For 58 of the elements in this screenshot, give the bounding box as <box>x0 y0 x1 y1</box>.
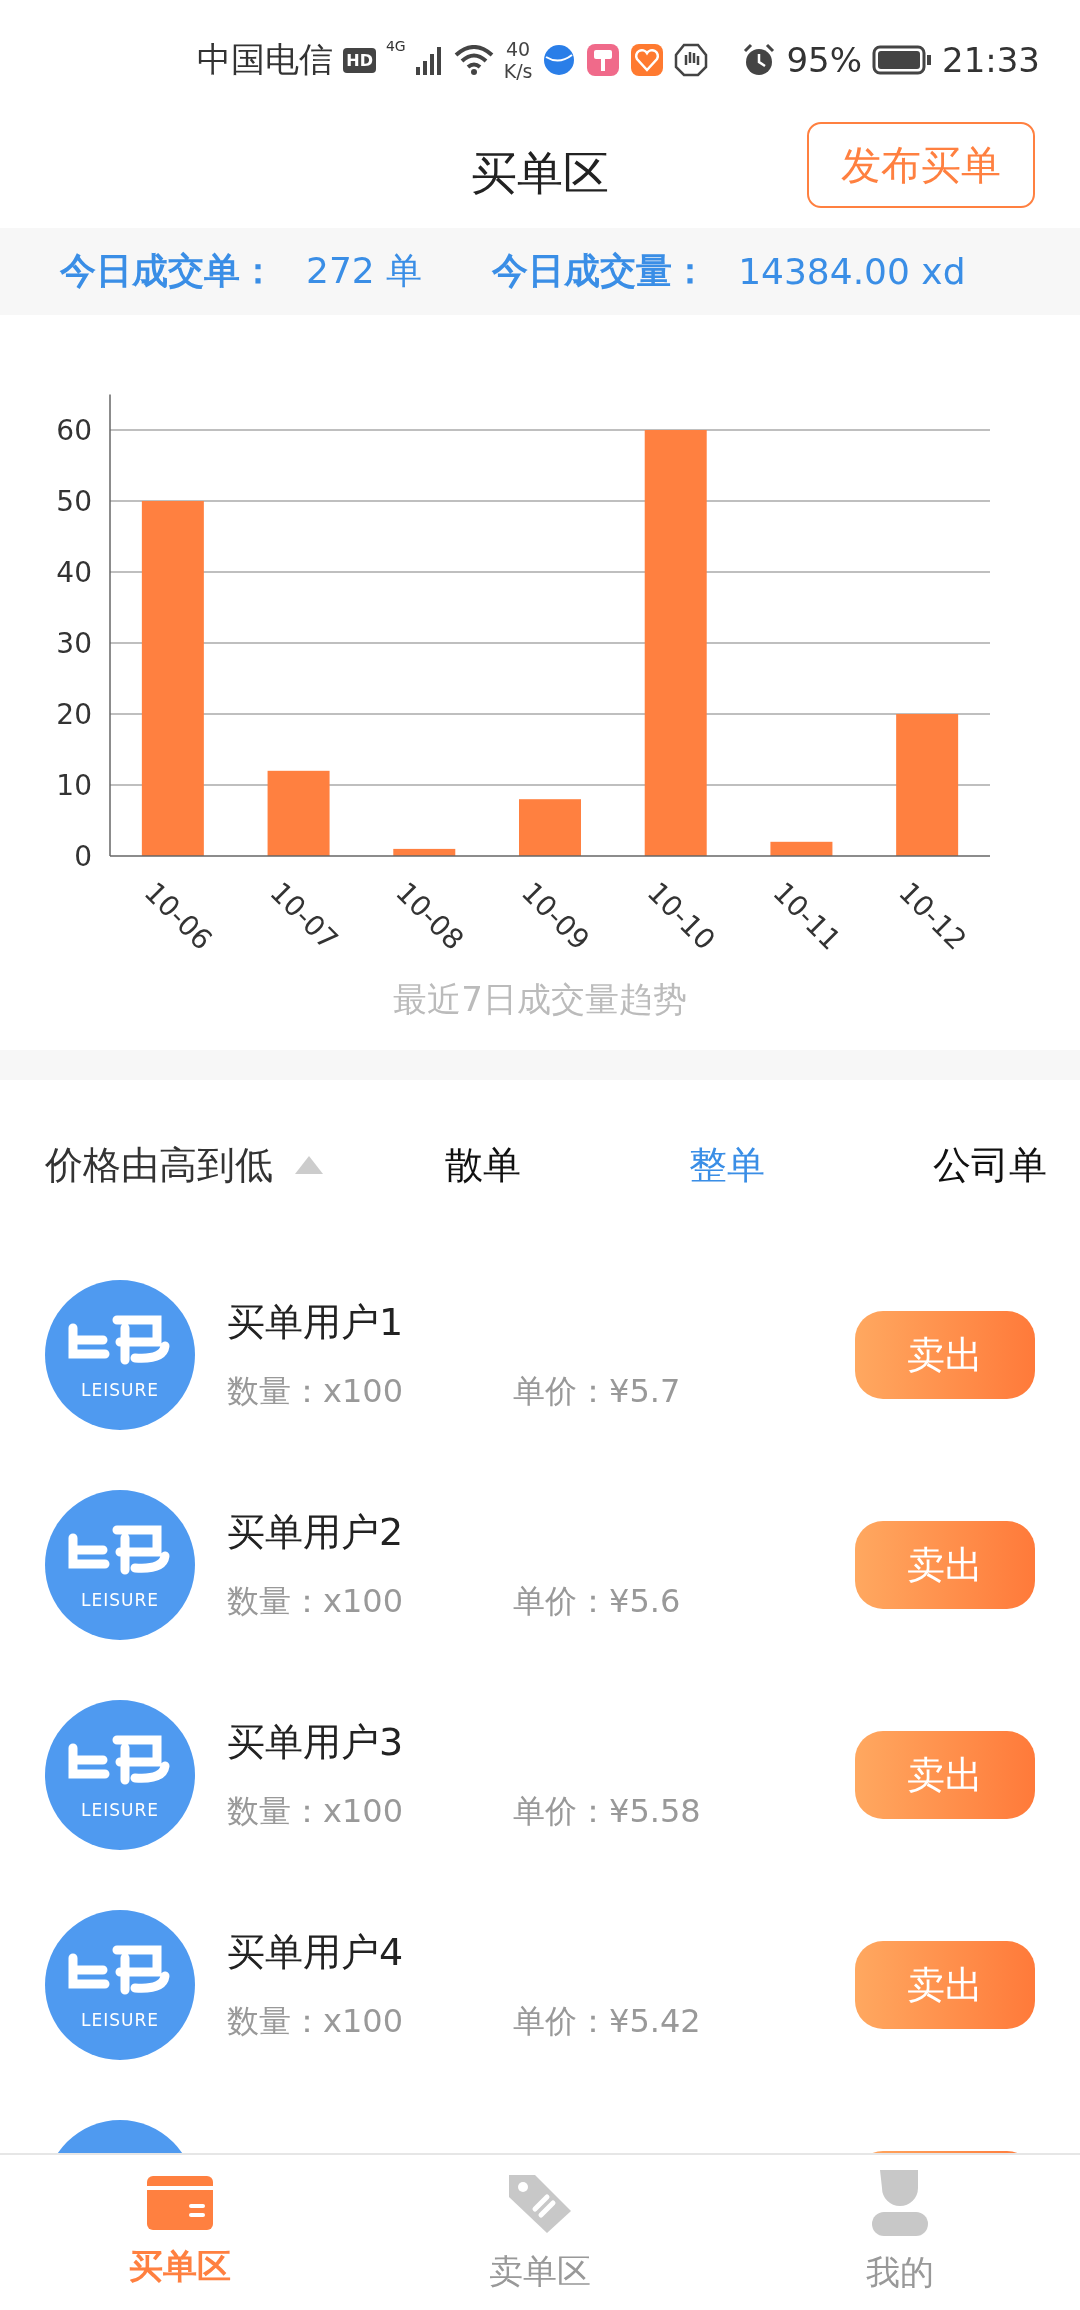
card-icon <box>147 2175 213 2230</box>
chart-caption: 最近7日成交量趋势 <box>393 978 687 1021</box>
triangle-up-icon <box>295 1156 323 1174</box>
logo-text: LEISURE <box>81 1590 159 1610</box>
quantity-text: 数量：x100 <box>227 2000 403 2042</box>
price-text: 单价：¥5.7 <box>513 1370 681 1412</box>
y-tick-label: 60 <box>56 414 92 447</box>
y-tick-label: 40 <box>56 556 92 589</box>
person-icon <box>872 2169 928 2236</box>
quantity-text: 数量：x100 <box>227 1580 403 1622</box>
user-name: 买单用户4 <box>227 1928 405 1976</box>
carrier-name: 中国电信 <box>197 38 334 81</box>
user-name: 买单用户3 <box>227 1718 405 1766</box>
price-text: 单价：¥5.42 <box>513 2000 701 2042</box>
y-tick-label: 10 <box>56 769 92 802</box>
quantity-text: 数量：x100 <box>227 1370 403 1412</box>
battery-percent: 95% <box>786 40 862 80</box>
nav-tab[interactable]: 买单区 <box>0 2155 360 2310</box>
sell-button[interactable]: 卖出 <box>855 1941 1035 2029</box>
globe-icon <box>542 43 577 77</box>
speed-unit: K/s <box>503 60 533 82</box>
user-name: 买单用户2 <box>227 1508 405 1556</box>
logo-text: LEISURE <box>81 1800 159 1820</box>
clock-time: 21:33 <box>942 40 1040 80</box>
y-tick-label: 20 <box>56 698 92 731</box>
user-name: 买单用户1 <box>227 1298 405 1346</box>
speed-value: 40 <box>505 38 531 60</box>
filter-tab[interactable]: 公司单 <box>933 1139 1047 1191</box>
filter-tab[interactable]: 整单 <box>689 1139 765 1191</box>
quantity-text: 数量：x100 <box>227 1790 403 1832</box>
hd-badge: HD <box>343 47 376 73</box>
bar <box>519 799 581 856</box>
stat-label: 今日成交单： <box>60 249 276 293</box>
price-text: 单价：¥5.58 <box>513 1790 701 1832</box>
publish-button[interactable]: 发布买单 <box>807 122 1035 208</box>
signal-icon <box>415 45 444 75</box>
battery-icon <box>872 45 932 75</box>
nav-tab[interactable]: 卖单区 <box>360 2155 720 2310</box>
sell-button[interactable]: 卖出 <box>855 1521 1035 1609</box>
y-tick-label: 0 <box>74 840 92 873</box>
stat-label: 今日成交量： <box>492 249 709 293</box>
page-title: 买单区 <box>471 145 609 202</box>
y-tick-label: 30 <box>56 627 92 660</box>
sort-dropdown[interactable]: 价格由高到低 <box>45 1139 323 1191</box>
price-text: 单价：¥5.6 <box>513 1580 681 1622</box>
filter-tab[interactable]: 散单 <box>445 1139 521 1191</box>
y-tick-label: 50 <box>56 485 92 518</box>
sell-button[interactable]: 卖出 <box>855 1731 1035 1819</box>
sell-button[interactable]: 卖出 <box>855 1311 1035 1399</box>
logo-text: LEISURE <box>81 2010 159 2030</box>
wifi-icon <box>453 45 494 75</box>
stat-value: 272 单 <box>306 249 423 293</box>
bar <box>393 848 456 856</box>
nav-tab[interactable]: 我的 <box>720 2155 1080 2310</box>
network-type: 4G <box>385 38 406 54</box>
logo-text: LEISURE <box>81 1380 159 1400</box>
stat-value: 14384.00 xd <box>738 251 966 292</box>
alarm-icon <box>742 43 777 77</box>
